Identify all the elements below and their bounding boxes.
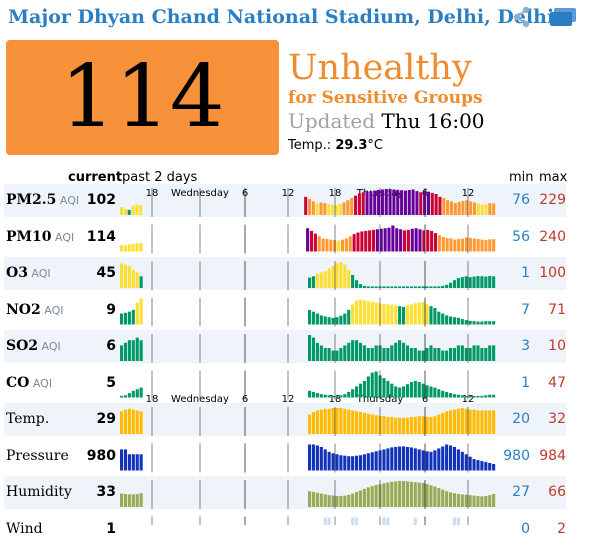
row-max-value: 10 [548, 338, 566, 354]
temp-value: 29.3 [335, 138, 368, 153]
row-name: NO2 AQI [6, 302, 63, 318]
row-label: CO [6, 374, 30, 391]
row-name: Wind [6, 521, 43, 537]
row-min-value: 1 [521, 265, 530, 281]
table-row[interactable]: PM10 AQI 114 56 240 [4, 221, 566, 254]
row-min-value: 7 [521, 301, 530, 318]
table-row[interactable]: Humidity 33 27 66 [4, 476, 566, 509]
table-row[interactable]: O3 AQI 45 1 100 [4, 257, 566, 290]
share-icon[interactable] [512, 6, 532, 28]
aqi-status: Unhealthy [288, 48, 472, 88]
row-label: NO2 [6, 301, 41, 318]
row-min-value: 20 [512, 411, 530, 427]
row-current-value: 102 [86, 192, 116, 208]
updated-label: Updated [288, 109, 376, 133]
top-icons [512, 6, 578, 28]
row-min-value: 27 [512, 484, 530, 500]
row-current-value: 45 [96, 265, 116, 281]
row-name: O3 AQI [6, 265, 51, 281]
row-name: SO2 AQI [6, 338, 61, 354]
aqi-value-box: 114 [6, 40, 279, 155]
row-name: Temp. [6, 411, 49, 427]
row-name: Humidity [6, 484, 72, 500]
row-current-value: 980 [86, 447, 116, 464]
header-past: past 2 days [122, 170, 198, 185]
row-unit: AQI [40, 303, 64, 317]
row-min-value: 3 [521, 338, 530, 354]
row-label: Pressure [6, 447, 69, 464]
row-name: CO AQI [6, 375, 52, 391]
row-min-value: 56 [512, 228, 530, 245]
row-max-value: 240 [539, 228, 566, 245]
header-current: current [68, 170, 123, 185]
row-max-value: 32 [548, 411, 566, 427]
header-min: min [509, 170, 534, 185]
table-row[interactable]: Wind 1 0 2 [4, 513, 566, 546]
header-max: max [539, 170, 568, 185]
row-name: Pressure [6, 448, 69, 464]
table-row[interactable]: NO2 AQI 9 7 71 [4, 294, 566, 327]
row-min-value: 980 [503, 447, 530, 464]
table-row[interactable]: Pressure 980 980 984 [4, 440, 566, 473]
station-title: Major Dhyan Chand National Stadium, Delh… [8, 6, 561, 28]
row-current-value: 29 [96, 411, 116, 427]
row-label: PM10 [6, 228, 52, 245]
row-unit: AQI [38, 340, 61, 353]
row-current-value: 1 [106, 520, 116, 537]
row-min-value: 1 [521, 374, 530, 391]
aqi-status-sub: for Sensitive Groups [288, 88, 483, 108]
row-current-value: 114 [86, 228, 116, 245]
row-current-value: 5 [106, 374, 116, 391]
current-temp: Temp.: 29.3°C [288, 138, 383, 153]
cards-icon[interactable] [548, 6, 578, 28]
row-label: Humidity [6, 484, 72, 500]
row-label: SO2 [6, 338, 39, 354]
row-max-value: 229 [539, 192, 566, 208]
aqi-value: 114 [60, 47, 225, 147]
temp-label: Temp.: [288, 138, 332, 153]
updated-time: Updated Thu 16:00 [288, 108, 485, 134]
table-row[interactable]: Temp. 29 20 32 [4, 403, 566, 436]
table-row[interactable]: SO2 AQI 6 3 10 [4, 330, 566, 363]
row-min-value: 76 [512, 192, 530, 208]
updated-value: Thu 16:00 [381, 109, 485, 133]
row-max-value: 100 [539, 265, 566, 281]
row-max-value: 71 [548, 301, 566, 318]
row-current-value: 9 [106, 301, 116, 318]
temp-unit: °C [367, 138, 383, 153]
row-label: O3 [6, 265, 28, 281]
row-max-value: 2 [557, 520, 566, 537]
row-min-value: 0 [521, 520, 530, 537]
row-max-value: 984 [539, 447, 566, 464]
row-current-value: 33 [96, 484, 116, 500]
row-max-value: 66 [548, 484, 566, 500]
row-current-value: 6 [106, 338, 116, 354]
row-label: Temp. [6, 411, 50, 427]
row-unit: AQI [27, 267, 51, 280]
row-label: PM2.5 [6, 192, 57, 208]
table-row[interactable]: CO AQI 5 1 47 [4, 367, 566, 400]
row-unit: AQI [29, 376, 53, 390]
row-label: Wind [6, 520, 43, 537]
row-max-value: 47 [548, 374, 566, 391]
row-name: PM10 AQI [6, 229, 74, 245]
table-row[interactable]: PM2.5 AQI 102 76 229 [4, 184, 566, 217]
